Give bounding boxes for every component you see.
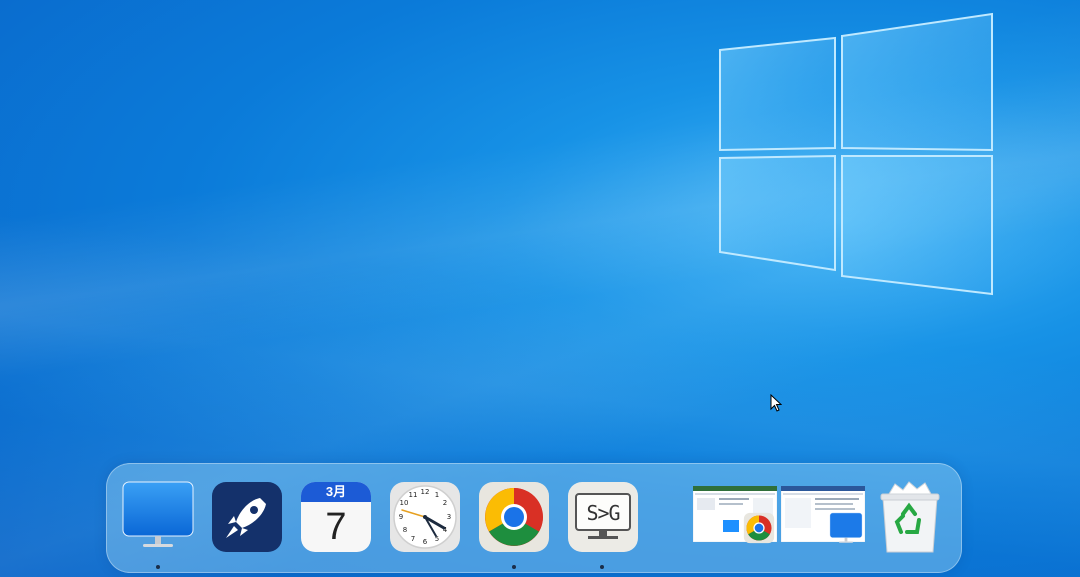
- chrome-icon: [743, 512, 775, 544]
- monitor-icon: [122, 481, 194, 547]
- calendar-month: 3月: [325, 484, 347, 499]
- svg-text:6: 6: [423, 538, 428, 546]
- monitor-icon: [829, 512, 863, 543]
- calendar-day: 7: [325, 506, 347, 548]
- svg-text:2: 2: [443, 499, 447, 507]
- chrome-icon: [479, 482, 549, 552]
- svg-text:3: 3: [447, 513, 451, 521]
- svg-text:1: 1: [435, 491, 439, 499]
- windows-logo-wallpaper: [719, 12, 993, 296]
- rocket-icon: [212, 482, 282, 552]
- running-indicator: [600, 565, 604, 569]
- dock-item-desktop[interactable]: [121, 480, 195, 554]
- clock-icon: 12 12 345 678 91011: [390, 482, 460, 552]
- dock-item-calendar[interactable]: 3月 7: [299, 480, 373, 554]
- s-to-g-label: S>G: [586, 501, 620, 525]
- dock-item-clock[interactable]: 12 1 2 345 678 9 10 11: [388, 480, 462, 554]
- running-indicator: [512, 565, 516, 569]
- svg-text:12: 12: [421, 488, 430, 496]
- dock-item-chrome[interactable]: [477, 480, 551, 554]
- recycle-bin-icon: [880, 481, 940, 553]
- minimized-window-desktop[interactable]: [780, 485, 866, 543]
- svg-text:7: 7: [411, 535, 415, 543]
- dock-item-s-to-g[interactable]: S>G: [566, 480, 640, 554]
- svg-text:8: 8: [403, 526, 407, 534]
- mouse-pointer-icon: [770, 394, 782, 412]
- dock-item-launchpad[interactable]: [210, 480, 284, 554]
- svg-text:11: 11: [409, 491, 418, 499]
- dock: 3月 7 12 1 2 345 678 9 10 11 S>G: [106, 463, 962, 573]
- svg-text:10: 10: [400, 499, 409, 507]
- svg-text:9: 9: [399, 513, 403, 521]
- dock-item-trash[interactable]: [873, 480, 947, 554]
- minimized-window-chrome[interactable]: [692, 485, 778, 544]
- running-indicator: [156, 565, 160, 569]
